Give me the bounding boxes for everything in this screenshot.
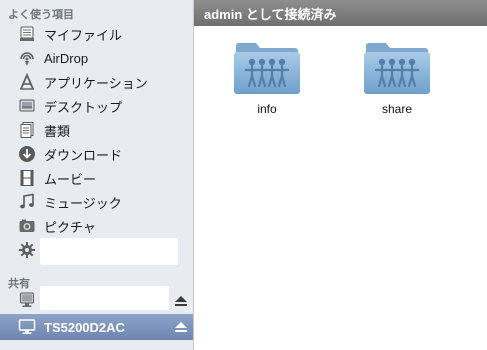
movies-icon <box>18 169 36 187</box>
sidebar-item-label: アプリケーション <box>44 75 148 91</box>
connection-status-text: admin として接続済み <box>204 6 337 22</box>
sidebar-item-applications[interactable]: アプリケーション <box>0 70 193 94</box>
sidebar-item-label: ピクチャ <box>44 219 96 235</box>
folder-label: info <box>257 102 277 116</box>
sidebar-item-ts5200d2ac[interactable]: TS5200D2AC <box>0 314 193 340</box>
computer-icon <box>18 291 36 309</box>
sidebar-item-music[interactable]: ミュージック <box>0 190 193 214</box>
folder-share[interactable]: share <box>352 36 442 126</box>
desktop-icon <box>18 97 36 115</box>
redacted-label <box>40 238 178 265</box>
display-icon <box>18 318 36 336</box>
documents-icon <box>18 121 36 139</box>
folder-info[interactable]: info <box>222 36 312 126</box>
sidebar-item-label: デスクトップ <box>44 99 123 115</box>
sidebar-item-pictures[interactable]: ピクチャ <box>0 214 193 238</box>
sidebar-item-downloads[interactable]: ダウンロード <box>0 142 193 166</box>
sidebar-item-movies[interactable]: ムービー <box>0 166 193 190</box>
shared-folder-icon <box>234 43 300 94</box>
sidebar-item-label: ダウンロード <box>44 147 123 163</box>
folder-label: share <box>381 102 413 116</box>
content-area: admin として接続済み info share <box>194 0 487 350</box>
applications-icon <box>18 73 36 91</box>
sidebar-item-my-files[interactable]: マイファイル <box>0 22 193 46</box>
sidebar-item-label: AirDrop <box>44 50 89 66</box>
sidebar-item-label: マイファイル <box>44 27 123 43</box>
eject-icon[interactable] <box>174 295 188 307</box>
connection-status-bar: admin として接続済み <box>194 0 487 26</box>
sidebar: よく使う項目 マイファイル AirDrop アプリケーション デスクトップ 書類 <box>0 0 194 350</box>
sidebar-item-desktop[interactable]: デスクトップ <box>0 94 193 118</box>
sidebar-item-label: ミュージック <box>44 195 122 211</box>
sidebar-item-label: 書類 <box>44 123 71 139</box>
sidebar-item-airdrop[interactable]: AirDrop <box>0 46 193 70</box>
pictures-icon <box>18 217 36 235</box>
airdrop-icon <box>18 49 36 67</box>
sidebar-item-label: TS5200D2AC <box>44 319 125 335</box>
sidebar-item-documents[interactable]: 書類 <box>0 118 193 142</box>
downloads-icon <box>18 145 36 163</box>
favorites-heading: よく使う項目 <box>8 9 74 21</box>
sidebar-item-label: ムービー <box>44 171 97 187</box>
music-icon <box>18 193 36 211</box>
my-files-icon <box>18 25 36 43</box>
redacted-label <box>40 286 169 310</box>
shared-folder-icon <box>364 43 430 94</box>
gear-icon <box>18 241 36 259</box>
eject-icon[interactable] <box>174 321 188 333</box>
